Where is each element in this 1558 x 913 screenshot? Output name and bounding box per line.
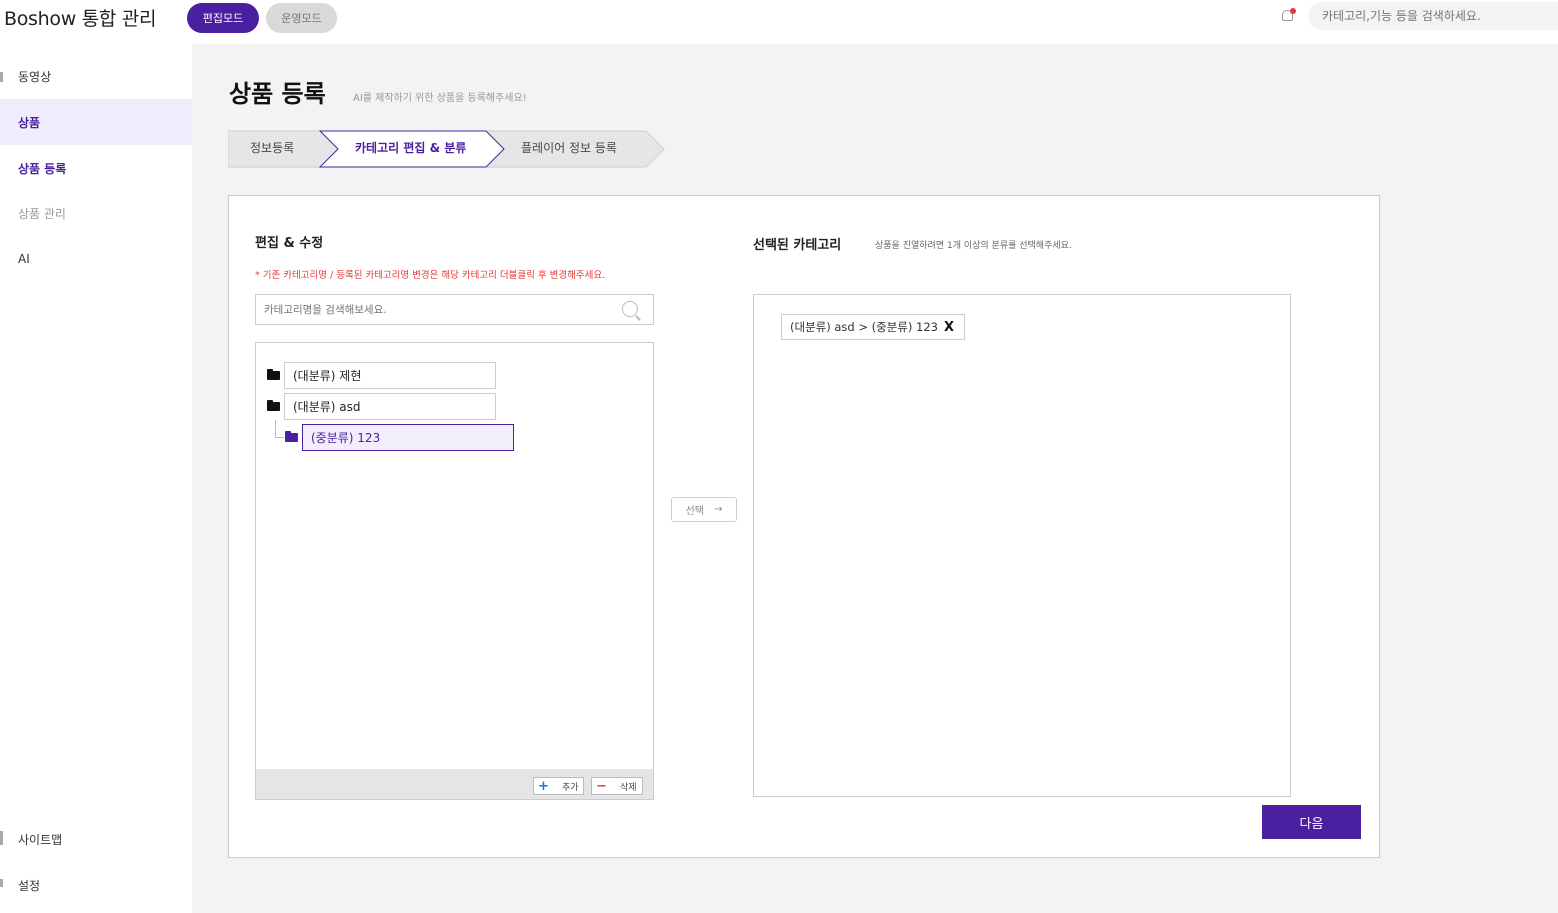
- search-icon[interactable]: [622, 301, 638, 317]
- folder-icon: [267, 400, 280, 411]
- step-indicator: 정보등록 카테고리 편집 & 분류 플레이어 정보 등록: [228, 130, 668, 168]
- category-search-input[interactable]: [256, 295, 596, 324]
- arrow-right-icon: →: [714, 504, 723, 515]
- top-header: Boshow 통합 관리 편집모드 운영모드: [0, 0, 1558, 44]
- page-subtitle: AI를 제작하기 위한 상품을 등록해주세요!: [353, 93, 527, 104]
- selected-title: 선택된 카테고리: [753, 238, 842, 253]
- step-info[interactable]: 정보등록: [250, 139, 294, 156]
- tree-node-child-1[interactable]: (중분류) 123: [285, 424, 514, 451]
- category-tree: (대분류) 제현 (대분류) asd (중분류) 123 + 추가 − 삭제: [255, 342, 654, 800]
- chip-label: (대분류) asd > (중분류) 123: [790, 320, 938, 334]
- sidebar-item-product-register[interactable]: 상품 등록: [0, 145, 192, 191]
- delete-category-button[interactable]: − 삭제: [591, 777, 643, 795]
- selected-category-box: (대분류) asd > (중분류) 123 X: [753, 294, 1291, 797]
- tree-connector: [275, 420, 276, 438]
- sidebar-item-video[interactable]: 동영상: [0, 53, 192, 99]
- minus-icon: −: [596, 778, 607, 794]
- select-label: 선택: [685, 506, 704, 517]
- sidebar-item-sitemap[interactable]: 사이트맵: [0, 816, 192, 862]
- sidebar: 동영상 상품 상품 등록 상품 관리 AI 사이트맵 설정: [0, 44, 192, 913]
- sidebar-item-ai[interactable]: AI: [0, 236, 192, 282]
- selected-category-chip: (대분류) asd > (중분류) 123 X: [781, 314, 966, 340]
- remove-chip-icon[interactable]: X: [944, 320, 954, 335]
- selected-note: 상품을 진열하려면 1개 이상의 분류를 선택해주세요.: [875, 241, 1072, 251]
- tree-node-label[interactable]: (대분류) asd: [284, 393, 496, 420]
- global-search-input[interactable]: [1308, 2, 1558, 30]
- tree-node-label[interactable]: (중분류) 123: [302, 424, 514, 451]
- edit-mode-button[interactable]: 편집모드: [187, 3, 259, 33]
- folder-icon: [267, 369, 280, 380]
- add-label: 추가: [562, 782, 579, 793]
- app-title[interactable]: Boshow 통합 관리: [4, 4, 156, 31]
- tree-toolbar: + 추가 − 삭제: [256, 769, 653, 799]
- folder-open-icon: [285, 431, 298, 442]
- page-title: 상품 등록: [229, 80, 326, 108]
- step-player-info[interactable]: 플레이어 정보 등록: [521, 139, 617, 156]
- ops-mode-button[interactable]: 운영모드: [266, 3, 337, 33]
- tree-connector: [275, 437, 284, 438]
- notification-dot: [1290, 8, 1296, 14]
- bell-icon[interactable]: [1281, 8, 1296, 24]
- add-category-button[interactable]: + 추가: [533, 777, 584, 795]
- next-button[interactable]: 다음: [1262, 805, 1361, 839]
- step-category[interactable]: 카테고리 편집 & 분류: [355, 139, 466, 156]
- tree-node-root-2[interactable]: (대분류) asd: [267, 393, 496, 420]
- editor-warning: * 기존 카테고리명 / 등록된 카테고리명 변경은 해당 카테고리 더블클릭 …: [255, 270, 606, 281]
- tree-node-label[interactable]: (대분류) 제현: [284, 362, 496, 389]
- plus-icon: +: [538, 778, 549, 794]
- category-search: [255, 294, 654, 325]
- delete-label: 삭제: [620, 782, 637, 793]
- sidebar-item-product-manage[interactable]: 상품 관리: [0, 190, 192, 236]
- main-panel: 편집 & 수정 * 기존 카테고리명 / 등록된 카테고리명 변경은 해당 카테…: [228, 195, 1380, 858]
- editor-title: 편집 & 수정: [255, 236, 324, 251]
- select-transfer-button[interactable]: 선택 →: [671, 497, 737, 522]
- sidebar-item-settings[interactable]: 설정: [0, 862, 192, 908]
- tree-node-root-1[interactable]: (대분류) 제현: [267, 362, 496, 389]
- sidebar-item-product[interactable]: 상품: [0, 99, 192, 145]
